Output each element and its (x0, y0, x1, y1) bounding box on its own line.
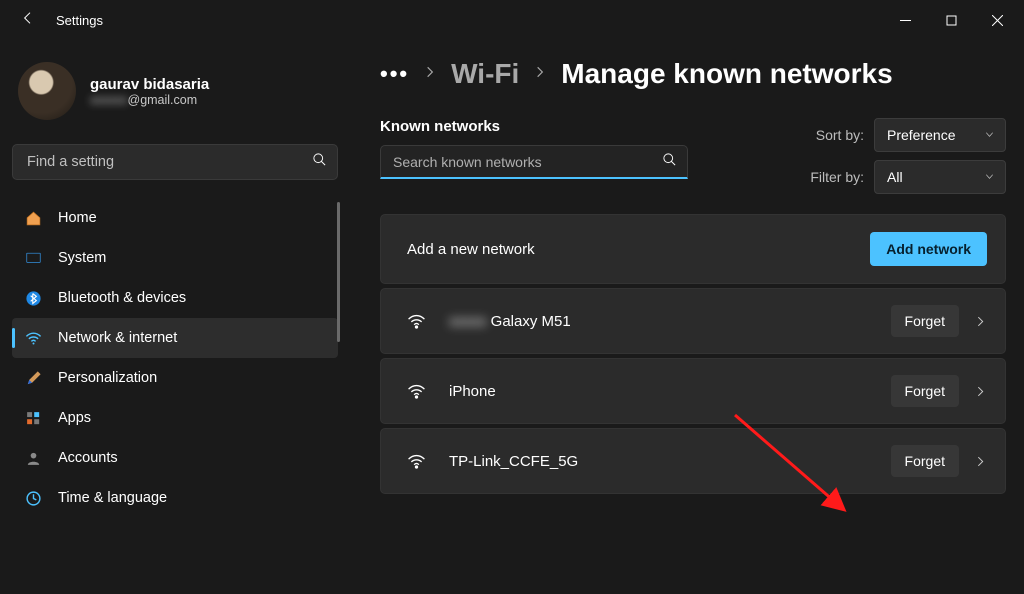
bluetooth-icon (24, 289, 42, 307)
known-networks-search[interactable] (380, 145, 688, 179)
filter-by-label: Filter by: (810, 169, 864, 185)
sidebar-item-home[interactable]: Home (12, 198, 338, 238)
back-button[interactable] (20, 10, 36, 31)
avatar (18, 62, 76, 120)
profile-block[interactable]: gaurav bidasaria xxxxxx@gmail.com (12, 52, 338, 138)
add-network-label: Add a new network (407, 241, 535, 258)
home-icon (24, 209, 42, 227)
breadcrumb-current: Manage known networks (561, 58, 892, 90)
known-networks-search-input[interactable] (393, 154, 662, 170)
sidebar-item-label: Time & language (58, 490, 167, 506)
network-row[interactable]: xxxxx Galaxy M51 Forget (380, 288, 1006, 354)
sidebar-item-label: System (58, 250, 106, 266)
sidebar-scrollbar[interactable] (337, 202, 340, 342)
accounts-icon (24, 449, 42, 467)
sidebar-item-time-language[interactable]: Time & language (12, 478, 338, 518)
sidebar: gaurav bidasaria xxxxxx@gmail.com Home S… (0, 40, 350, 594)
network-row[interactable]: iPhone Forget (380, 358, 1006, 424)
search-icon (662, 152, 677, 172)
breadcrumb-overflow[interactable]: ••• (380, 61, 409, 87)
window-title: Settings (56, 13, 103, 28)
wifi-icon (24, 329, 42, 347)
sidebar-item-label: Home (58, 210, 97, 226)
wifi-icon (407, 452, 427, 471)
sidebar-item-label: Personalization (58, 370, 157, 386)
time-language-icon (24, 489, 42, 507)
profile-name: gaurav bidasaria (90, 76, 209, 93)
sidebar-item-label: Network & internet (58, 330, 177, 346)
minimize-button[interactable] (882, 4, 928, 36)
filter-by-dropdown[interactable]: All (874, 160, 1006, 194)
forget-button[interactable]: Forget (891, 375, 959, 407)
sidebar-item-label: Accounts (58, 450, 118, 466)
sort-by-value: Preference (887, 127, 955, 143)
network-name: iPhone (449, 383, 496, 400)
add-network-button[interactable]: Add network (870, 232, 987, 266)
sidebar-search[interactable] (12, 144, 338, 180)
chevron-right-icon[interactable] (959, 385, 987, 398)
sidebar-item-label: Apps (58, 410, 91, 426)
forget-button[interactable]: Forget (891, 445, 959, 477)
chevron-down-icon (984, 127, 995, 143)
sidebar-item-system[interactable]: System (12, 238, 338, 278)
chevron-right-icon (533, 65, 547, 84)
chevron-right-icon (423, 65, 437, 84)
sort-by-label: Sort by: (816, 127, 864, 143)
title-bar: Settings (0, 0, 1024, 40)
sidebar-nav: Home System Bluetooth & devices Network … (12, 198, 338, 518)
sidebar-item-personalization[interactable]: Personalization (12, 358, 338, 398)
personalization-icon (24, 369, 42, 387)
maximize-button[interactable] (928, 4, 974, 36)
chevron-right-icon[interactable] (959, 455, 987, 468)
sidebar-search-input[interactable] (27, 154, 312, 170)
network-name: xxxxx Galaxy M51 (449, 313, 571, 330)
forget-button[interactable]: Forget (891, 305, 959, 337)
filter-by-value: All (887, 169, 903, 185)
chevron-down-icon (984, 169, 995, 185)
wifi-icon (407, 312, 427, 331)
sidebar-item-label: Bluetooth & devices (58, 290, 186, 306)
system-icon (24, 249, 42, 267)
sidebar-item-bluetooth-devices[interactable]: Bluetooth & devices (12, 278, 338, 318)
known-networks-label: Known networks (380, 118, 688, 135)
add-network-row[interactable]: Add a new network Add network (380, 214, 1006, 284)
close-button[interactable] (974, 4, 1020, 36)
wifi-icon (407, 382, 427, 401)
main-content: ••• Wi-Fi Manage known networks Known ne… (350, 40, 1024, 594)
sidebar-item-apps[interactable]: Apps (12, 398, 338, 438)
chevron-right-icon[interactable] (959, 315, 987, 328)
sidebar-item-accounts[interactable]: Accounts (12, 438, 338, 478)
breadcrumb-wifi[interactable]: Wi-Fi (451, 58, 519, 90)
sidebar-item-network-internet[interactable]: Network & internet (12, 318, 338, 358)
sort-by-dropdown[interactable]: Preference (874, 118, 1006, 152)
profile-email: xxxxxx@gmail.com (90, 93, 209, 107)
apps-icon (24, 409, 42, 427)
breadcrumb: ••• Wi-Fi Manage known networks (380, 58, 1006, 90)
network-name: TP-Link_CCFE_5G (449, 453, 578, 470)
search-icon (312, 152, 327, 172)
network-row[interactable]: TP-Link_CCFE_5G Forget (380, 428, 1006, 494)
